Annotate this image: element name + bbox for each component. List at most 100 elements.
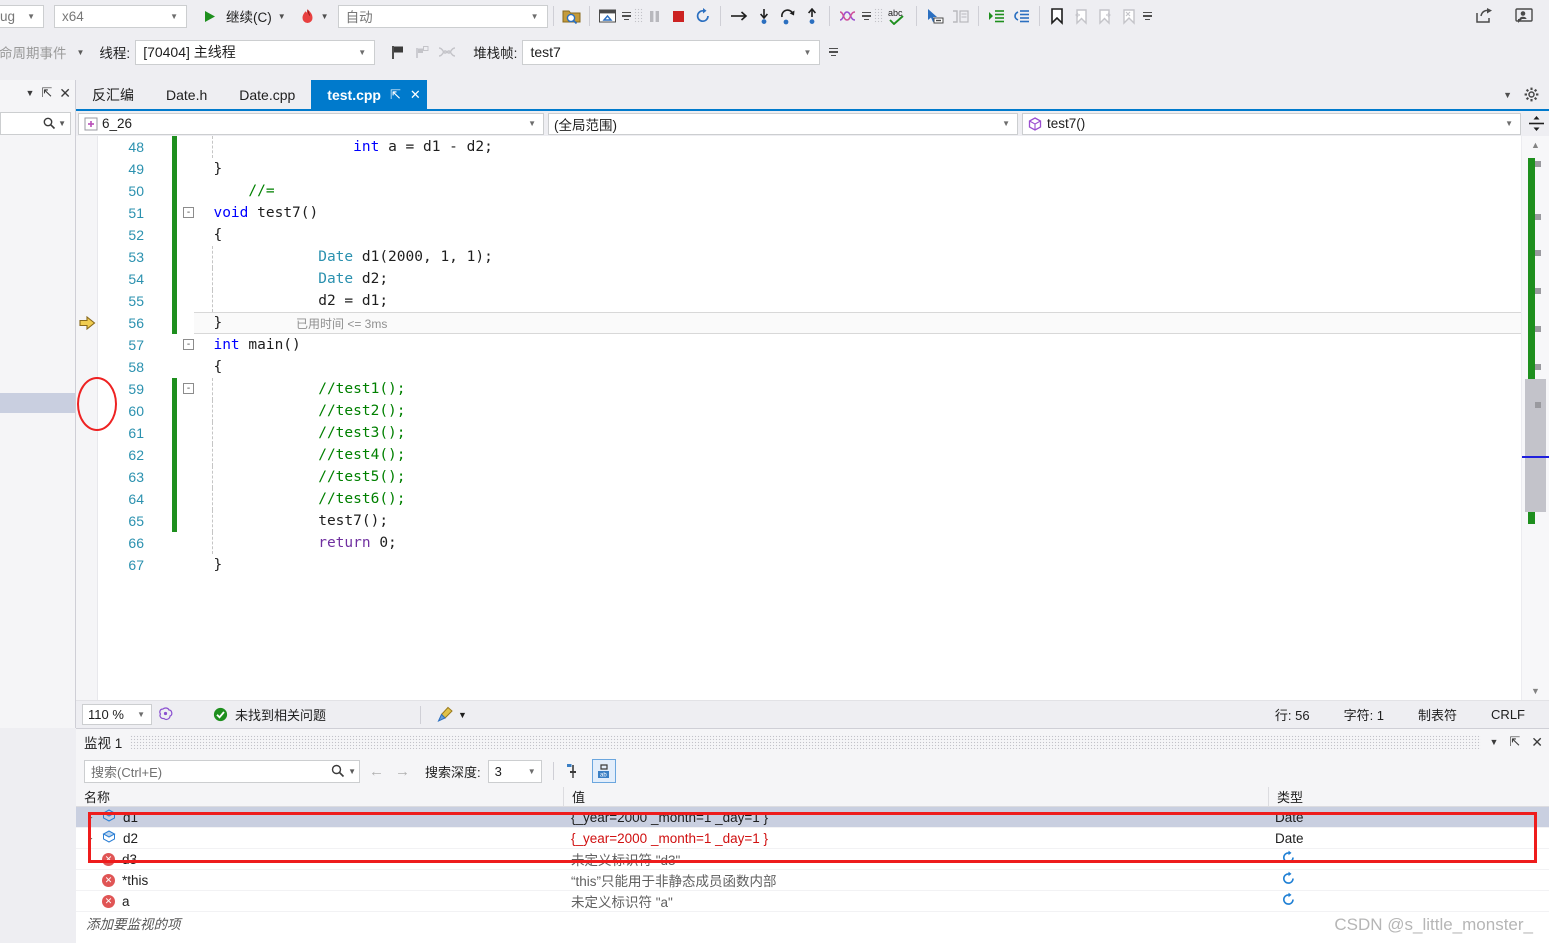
code-line[interactable]: 51 - void test7() (76, 202, 1549, 224)
exception-mode-combo[interactable]: 自动 ▼ (337, 4, 548, 28)
pause-icon[interactable] (643, 4, 667, 28)
table-row[interactable]: ✕ d3 未定义标识符 "d3" (76, 849, 1549, 870)
send-feedback-icon[interactable] (1511, 4, 1537, 28)
left-dock-search-input[interactable]: ▼ (0, 112, 71, 135)
code-line[interactable]: 48 int a = d1 - d2; (76, 136, 1549, 158)
bookmark-icon[interactable] (1045, 4, 1069, 28)
close-icon[interactable]: ✕ (1531, 734, 1543, 751)
watch-search-input[interactable]: 搜索(Ctrl+E) ▼ (84, 759, 360, 783)
zoom-level-combo[interactable]: 110 % ▼ (82, 704, 152, 725)
indent-icon[interactable] (984, 4, 1009, 28)
table-row[interactable]: ▸ d1 {_year=2000 _month=1 _day=1 } Date (76, 807, 1549, 828)
watch-value-cell[interactable]: {_year=2000 _month=1 _day=1 } (563, 828, 1267, 848)
flag-filter-icon[interactable] (410, 40, 434, 64)
add-watch-item-row[interactable]: 添加要监视的项 (76, 912, 1549, 933)
pin-icon[interactable]: ⇱ (41, 85, 52, 101)
fold-toggle[interactable]: - (183, 339, 194, 350)
left-dock-selected-row[interactable] (0, 393, 75, 413)
column-header-type[interactable]: 类型 (1269, 787, 1549, 806)
pin-column-icon[interactable] (561, 759, 585, 783)
flag-icon[interactable] (386, 40, 410, 64)
watch-value-cell[interactable]: {_year=2000 _month=1 _day=1 } (563, 807, 1267, 827)
clear-bookmark-icon[interactable] (1117, 4, 1141, 28)
watch-grid-body[interactable]: ▸ d1 {_year=2000 _month=1 _day=1 } Date ▸ d2 {… (76, 807, 1549, 912)
tab-disassembly[interactable]: 反汇编 (76, 80, 150, 109)
chevron-down-icon[interactable]: ▼ (321, 12, 329, 21)
chevron-down-icon[interactable]: ▼ (1489, 737, 1498, 747)
code-line[interactable]: 49 } (76, 158, 1549, 180)
watch-name-cell[interactable]: ▸ d1 (76, 807, 563, 827)
code-line[interactable]: 55 d2 = d1; (76, 290, 1549, 312)
comment-icon[interactable] (948, 4, 973, 28)
code-line[interactable]: 65 test7(); (76, 510, 1549, 532)
code-line[interactable]: 54 Date d2; (76, 268, 1549, 290)
hot-reload-icon[interactable] (295, 4, 320, 28)
share-icon[interactable] (1471, 4, 1497, 28)
lifecycle-events-dropdown[interactable]: 命周期事件 ▼ (0, 42, 84, 62)
chevron-down-icon[interactable]: ▼ (1503, 90, 1512, 100)
fold-toggle[interactable]: - (183, 207, 194, 218)
outdent-icon[interactable] (1009, 4, 1034, 28)
watch-drag-grip[interactable] (130, 735, 1482, 749)
watch-name-cell[interactable]: ✕ a (76, 891, 563, 911)
chevron-down-icon[interactable]: ▼ (345, 767, 356, 776)
chevron-down-icon[interactable]: ▼ (58, 119, 66, 128)
watch-name-cell[interactable]: ✕ *this (76, 870, 563, 890)
select-tool-icon[interactable] (922, 4, 948, 28)
platform-combo[interactable]: x64 ▼ (54, 4, 187, 28)
arrow-right-icon[interactable]: → (393, 763, 412, 780)
table-row[interactable]: ✕ *this “this”只能用于非静态成员函数内部 (76, 870, 1549, 891)
code-line[interactable]: 60 //test2(); (76, 400, 1549, 422)
close-icon[interactable]: ✕ (410, 87, 421, 103)
code-line[interactable]: 52 { (76, 224, 1549, 246)
member-combo[interactable]: test7() ▼ (1022, 112, 1521, 135)
continue-label[interactable]: 继续(C) (221, 6, 277, 26)
code-line[interactable]: 67 } (76, 554, 1549, 576)
threads-icon[interactable] (835, 4, 860, 28)
watch-name-cell[interactable]: ▸ d2 (76, 828, 563, 848)
chevron-down-icon[interactable]: ▼ (25, 88, 34, 98)
scroll-down-arrow[interactable]: ▼ (1522, 682, 1549, 700)
toolbar-grip[interactable] (873, 8, 883, 24)
step-into-icon[interactable] (752, 4, 776, 28)
code-line[interactable]: 50 //= (76, 180, 1549, 202)
watch-name-cell[interactable]: ✕ d3 (76, 849, 563, 869)
code-editor-surface[interactable]: 48 int a = d1 - d2; 49 } 50 //= 51- void te… (76, 136, 1549, 700)
chevron-down-icon[interactable]: ▼ (278, 12, 286, 21)
tab-test-cpp[interactable]: test.cpp ⇱ ✕ (311, 80, 427, 109)
column-header-name[interactable]: 名称 (76, 787, 563, 806)
code-line[interactable]: 58 { (76, 356, 1549, 378)
toolbar-overflow-1[interactable] (620, 11, 634, 22)
tab-date-h[interactable]: Date.h (150, 80, 223, 109)
code-cleanup-button[interactable]: ▼ (437, 706, 467, 723)
pin-icon[interactable]: ⇱ (1509, 734, 1520, 750)
code-line[interactable]: 53 Date d1(2000, 1, 1); (76, 246, 1549, 268)
refresh-icon[interactable] (1275, 871, 1296, 889)
expand-chevron-icon[interactable]: ▸ (88, 833, 98, 844)
scrollbar-thumb[interactable] (1525, 379, 1546, 512)
toolbar-overflow-3[interactable] (1141, 11, 1155, 22)
gear-icon[interactable] (1524, 87, 1539, 102)
toolbar-overflow-2[interactable] (860, 11, 874, 22)
problems-status[interactable]: 未找到相关问题 (213, 705, 326, 724)
code-line[interactable]: 59- //test1(); (76, 378, 1549, 400)
watch-value-cell[interactable]: 未定义标识符 "d3" (563, 849, 1267, 869)
link-threads-icon[interactable] (434, 40, 460, 64)
search-depth-combo[interactable]: 3 ▼ (487, 759, 542, 783)
stackframe-combo[interactable]: test7 ▼ (522, 39, 821, 65)
column-header-value[interactable]: 值 (564, 787, 1268, 806)
scope-combo[interactable]: (全局范围) ▼ (548, 112, 1018, 135)
left-dock-list[interactable] (0, 135, 75, 723)
arrow-left-icon[interactable]: ← (367, 763, 386, 780)
project-combo[interactable]: 6_26 ▼ (78, 112, 544, 135)
code-line[interactable]: 66 return 0; (76, 532, 1549, 554)
restart-icon[interactable] (691, 4, 715, 28)
continue-button[interactable] (197, 4, 221, 28)
split-view-icon[interactable] (1525, 114, 1547, 133)
watch-grid[interactable]: 名称 值 类型 ▸ d1 {_year=2000 _month=1 _day=1 }… (76, 787, 1549, 943)
next-bookmark-icon[interactable] (1093, 4, 1117, 28)
code-line[interactable]: 63 //test5(); (76, 466, 1549, 488)
watch-value-cell[interactable]: “this”只能用于非静态成员函数内部 (563, 870, 1267, 890)
stop-icon[interactable] (667, 4, 691, 28)
close-icon[interactable]: ✕ (59, 85, 71, 102)
